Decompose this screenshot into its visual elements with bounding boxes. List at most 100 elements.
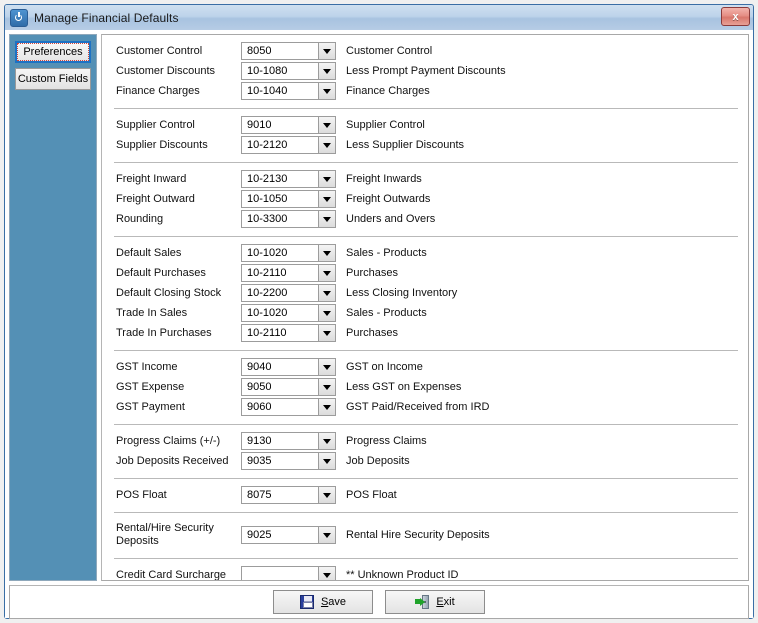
combo-customer-control-value: 8050 bbox=[247, 45, 272, 57]
chevron-down-icon[interactable] bbox=[318, 43, 335, 59]
chevron-down-icon[interactable] bbox=[318, 453, 335, 469]
combo-trade-in-purchases[interactable]: 10-2110 bbox=[241, 324, 336, 342]
chevron-down-icon[interactable] bbox=[318, 567, 335, 580]
combo-rental-hire-security-deposits[interactable]: 9025 bbox=[241, 526, 336, 544]
field-row-rental-hire-security-deposits: Rental/Hire Security Deposits 9025 Renta… bbox=[114, 519, 738, 551]
chevron-down-icon[interactable] bbox=[318, 117, 335, 133]
window-title: Manage Financial Defaults bbox=[34, 10, 179, 25]
combo-trade-in-purchases-value: 10-2110 bbox=[247, 327, 287, 339]
combo-progress-claims[interactable]: 9130 bbox=[241, 432, 336, 450]
sidebar-item-custom-fields[interactable]: Custom Fields bbox=[15, 68, 91, 90]
field-group-freight: Freight Inward 10-2130 Freight Inwards F… bbox=[114, 162, 738, 236]
chevron-down-icon[interactable] bbox=[318, 487, 335, 503]
label-default-closing-stock: Default Closing Stock bbox=[116, 286, 222, 299]
combo-pos-float[interactable]: 8075 bbox=[241, 486, 336, 504]
combo-customer-control[interactable]: 8050 bbox=[241, 42, 336, 60]
chevron-down-icon[interactable] bbox=[318, 211, 335, 227]
field-group-pos-float: POS Float 8075 POS Float bbox=[114, 478, 738, 512]
chevron-down-icon[interactable] bbox=[318, 433, 335, 449]
save-button-label: Save bbox=[320, 596, 347, 608]
combo-supplier-discounts[interactable]: 10-2120 bbox=[241, 136, 336, 154]
combo-trade-in-sales-value: 10-1020 bbox=[247, 307, 288, 319]
field-row-trade-in-sales: Trade In Sales 10-1020 Sales - Products bbox=[114, 303, 738, 323]
field-group-rental-hire: Rental/Hire Security Deposits 9025 Renta… bbox=[114, 512, 738, 558]
field-group-progress-claims: Progress Claims (+/-) 9130 Progress Clai… bbox=[114, 424, 738, 478]
field-row-trade-in-purchases: Trade In Purchases 10-2110 Purchases bbox=[114, 323, 738, 343]
desc-freight-outward: Freight Outwards bbox=[346, 193, 431, 205]
combo-freight-outward[interactable]: 10-1050 bbox=[241, 190, 336, 208]
combo-gst-income-value: 9040 bbox=[247, 361, 272, 373]
chevron-down-icon[interactable] bbox=[318, 359, 335, 375]
desc-rental-hire-security-deposits: Rental Hire Security Deposits bbox=[346, 529, 490, 541]
label-rental-hire-security-deposits: Rental/Hire Security Deposits bbox=[116, 522, 214, 547]
label-gst-expense: GST Expense bbox=[116, 380, 185, 393]
combo-gst-income[interactable]: 9040 bbox=[241, 358, 336, 376]
chevron-down-icon[interactable] bbox=[318, 325, 335, 341]
chevron-down-icon[interactable] bbox=[318, 285, 335, 301]
chevron-down-icon[interactable] bbox=[318, 171, 335, 187]
chevron-down-icon[interactable] bbox=[318, 191, 335, 207]
combo-rounding-value: 10-3300 bbox=[247, 213, 288, 225]
combo-gst-expense-value: 9050 bbox=[247, 381, 272, 393]
label-progress-claims: Progress Claims (+/-) bbox=[116, 434, 221, 447]
chevron-down-icon[interactable] bbox=[318, 305, 335, 321]
combo-default-purchases[interactable]: 10-2110 bbox=[241, 264, 336, 282]
combo-gst-payment[interactable]: 9060 bbox=[241, 398, 336, 416]
combo-rounding[interactable]: 10-3300 bbox=[241, 210, 336, 228]
chevron-down-icon[interactable] bbox=[318, 137, 335, 153]
field-row-pos-float: POS Float 8075 POS Float bbox=[114, 485, 738, 505]
exit-button[interactable]: Exit bbox=[385, 590, 485, 614]
field-group-customer: Customer Control 8050 Customer Control C… bbox=[114, 35, 738, 108]
field-row-rounding: Rounding 10-3300 Unders and Overs bbox=[114, 209, 738, 229]
combo-gst-expense[interactable]: 9050 bbox=[241, 378, 336, 396]
chevron-down-icon[interactable] bbox=[318, 245, 335, 261]
combo-job-deposits-received-value: 9035 bbox=[247, 455, 272, 467]
chevron-down-icon[interactable] bbox=[318, 265, 335, 281]
label-customer-discounts: Customer Discounts bbox=[116, 64, 216, 77]
desc-customer-discounts: Less Prompt Payment Discounts bbox=[346, 65, 506, 77]
combo-supplier-control[interactable]: 9010 bbox=[241, 116, 336, 134]
combo-default-closing-stock[interactable]: 10-2200 bbox=[241, 284, 336, 302]
field-group-credit-card-surcharge: Credit Card Surcharge ** Unknown Product… bbox=[114, 558, 738, 580]
combo-freight-outward-value: 10-1050 bbox=[247, 193, 288, 205]
combo-progress-claims-value: 9130 bbox=[247, 435, 272, 447]
combo-trade-in-sales[interactable]: 10-1020 bbox=[241, 304, 336, 322]
label-supplier-control: Supplier Control bbox=[116, 118, 195, 131]
combo-job-deposits-received[interactable]: 9035 bbox=[241, 452, 336, 470]
field-row-default-sales: Default Sales 10-1020 Sales - Products bbox=[114, 243, 738, 263]
floppy-disk-icon bbox=[299, 595, 314, 609]
combo-default-purchases-value: 10-2110 bbox=[247, 267, 287, 279]
desc-trade-in-sales: Sales - Products bbox=[346, 307, 427, 319]
combo-freight-inward[interactable]: 10-2130 bbox=[241, 170, 336, 188]
combo-supplier-discounts-value: 10-2120 bbox=[247, 139, 288, 151]
combo-freight-inward-value: 10-2130 bbox=[247, 173, 288, 185]
field-row-gst-expense: GST Expense 9050 Less GST on Expenses bbox=[114, 377, 738, 397]
combo-customer-discounts[interactable]: 10-1080 bbox=[241, 62, 336, 80]
window-body: Preferences Custom Fields Customer Contr… bbox=[5, 30, 753, 619]
titlebar: Manage Financial Defaults x bbox=[5, 5, 753, 31]
desc-gst-payment: GST Paid/Received from IRD bbox=[346, 401, 490, 413]
field-row-customer-control: Customer Control 8050 Customer Control bbox=[114, 41, 738, 61]
combo-customer-discounts-value: 10-1080 bbox=[247, 65, 288, 77]
sidebar-item-preferences[interactable]: Preferences bbox=[15, 41, 91, 63]
desc-supplier-discounts: Less Supplier Discounts bbox=[346, 139, 465, 151]
chevron-down-icon[interactable] bbox=[318, 527, 335, 543]
chevron-down-icon[interactable] bbox=[318, 379, 335, 395]
chevron-down-icon[interactable] bbox=[318, 399, 335, 415]
exit-button-label: Exit bbox=[436, 596, 455, 608]
label-trade-in-purchases: Trade In Purchases bbox=[116, 326, 212, 339]
label-job-deposits-received: Job Deposits Received bbox=[116, 454, 229, 467]
chevron-down-icon[interactable] bbox=[318, 83, 335, 99]
combo-default-sales[interactable]: 10-1020 bbox=[241, 244, 336, 262]
desc-finance-charges: Finance Charges bbox=[346, 85, 430, 97]
combo-credit-card-surcharge[interactable] bbox=[241, 566, 336, 580]
save-button[interactable]: Save bbox=[273, 590, 373, 614]
desc-trade-in-purchases: Purchases bbox=[346, 327, 398, 339]
exit-door-icon bbox=[415, 595, 430, 609]
label-freight-outward: Freight Outward bbox=[116, 192, 195, 205]
chevron-down-icon[interactable] bbox=[318, 63, 335, 79]
power-icon bbox=[10, 8, 28, 27]
combo-finance-charges[interactable]: 10-1040 bbox=[241, 82, 336, 100]
close-icon[interactable]: x bbox=[721, 7, 750, 26]
desc-default-closing-stock: Less Closing Inventory bbox=[346, 287, 458, 299]
